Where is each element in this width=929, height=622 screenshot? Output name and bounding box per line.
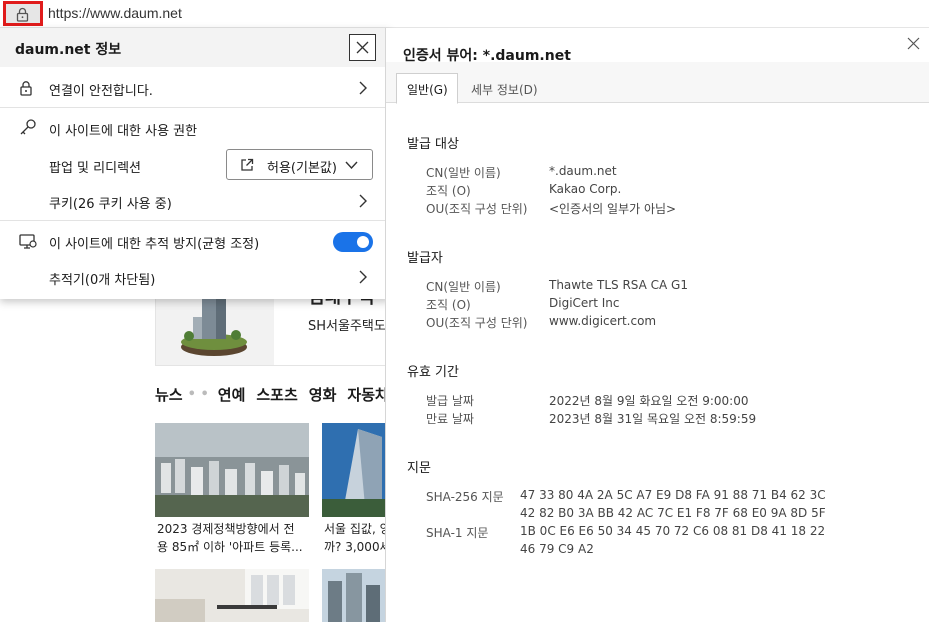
sha1-value-line: 46 79 C9 A2 (520, 542, 594, 556)
news-thumbnail[interactable] (155, 569, 309, 622)
tracking-prevention-row: 이 사이트에 대한 추적 방지(균형 조정) (0, 221, 390, 261)
news-thumbnail[interactable] (322, 423, 388, 517)
trackers-label: 추적기(0개 차단됨) (49, 273, 156, 288)
close-icon[interactable] (907, 37, 920, 50)
popup-permission-value: 허용(기본값) (267, 161, 337, 176)
issued-to-ou-value: <인증서의 일부가 아님> (549, 202, 677, 216)
promo-subtitle: SH서울주택도 (308, 319, 386, 334)
toggle-knob (357, 236, 369, 248)
sha1-value-line: 1B 0C E6 E6 50 34 45 70 72 C6 08 81 D8 4… (520, 524, 826, 538)
site-info-flyout: daum.net 정보 연결이 안전합니다. 이 사이트에 대한 사용 권한 팝… (0, 28, 390, 299)
issued-to-org-value: Kakao Corp. (549, 182, 622, 196)
issued-to-ou-label: OU(조직 구성 단위) (426, 202, 528, 216)
lock-icon (20, 81, 32, 96)
address-bar: https://www.daum.net (0, 0, 929, 28)
issued-by-ou-label: OU(조직 구성 단위) (426, 316, 528, 330)
issued-to-cn-label: CN(일반 이름) (426, 166, 501, 180)
url-text[interactable]: https://www.daum.net (48, 5, 182, 21)
close-icon (356, 41, 369, 54)
issued-to-heading: 발급 대상 (407, 137, 459, 152)
site-info-title: daum.net 정보 (15, 42, 122, 58)
tab-details[interactable]: 세부 정보(D) (471, 81, 538, 98)
sha256-label: SHA-256 지문 (426, 490, 504, 504)
sha256-value-line: 47 33 80 4A 2A 5C A7 E9 D8 FA 91 88 71 B… (520, 488, 826, 502)
news-category-tabs: 뉴스 • • 연예 스포츠 영화 자동차 (155, 384, 388, 405)
validity-heading: 유효 기간 (407, 365, 459, 380)
news-caption-line: 용 85㎡ 이하 '아파트 등록... (157, 540, 303, 554)
chevron-right-icon (359, 270, 367, 284)
cookies-label: 쿠키(26 쿠키 사용 중) (49, 197, 172, 212)
tab-movies[interactable]: 영화 (309, 384, 337, 405)
key-icon (20, 119, 36, 135)
issued-by-org-label: 조직 (O) (426, 298, 471, 312)
issued-by-cn-label: CN(일반 이름) (426, 280, 501, 294)
chevron-right-icon (359, 81, 367, 95)
connection-row[interactable]: 연결이 안전합니다. (0, 68, 390, 107)
tracking-prevention-heading: 이 사이트에 대한 추적 방지(균형 조정) (49, 237, 260, 252)
fingerprints-heading: 지문 (407, 461, 431, 476)
chevron-right-icon (359, 194, 367, 208)
trackers-row[interactable]: 추적기(0개 차단됨) (0, 262, 390, 294)
expiry-date-label: 만료 날짜 (426, 412, 474, 426)
issued-by-ou-value: www.digicert.com (549, 314, 657, 328)
expiry-date-value: 2023년 8월 31일 목요일 오전 8:59:59 (549, 412, 757, 426)
permissions-heading: 이 사이트에 대한 사용 권한 (49, 124, 198, 139)
tab-entertainment[interactable]: 연예 (218, 384, 246, 405)
close-button[interactable] (349, 34, 376, 61)
tracking-prevention-icon (19, 234, 37, 249)
site-info-button[interactable] (3, 1, 43, 26)
issued-by-heading: 발급자 (407, 251, 443, 266)
issue-date-label: 발급 날짜 (426, 394, 474, 408)
issued-to-cn-value: *.daum.net (549, 164, 617, 178)
popup-permission-select[interactable]: 허용(기본값) (226, 149, 373, 180)
news-caption-line: 까? 3,000세 (324, 540, 388, 554)
external-link-icon (241, 158, 254, 171)
sha256-value-line: 42 82 B0 3A BB 42 AC 7C E1 F8 7F 68 E0 9… (520, 506, 826, 520)
cookies-row[interactable]: 쿠키(26 쿠키 사용 중) (0, 185, 390, 217)
tracking-prevention-toggle[interactable] (333, 232, 373, 252)
dots-separator: • • (187, 387, 209, 402)
tab-cars[interactable]: 자동차 (347, 384, 388, 405)
issued-by-org-value: DigiCert Inc (549, 296, 620, 310)
issue-date-value: 2022년 8월 9일 화요일 오전 9:00:00 (549, 394, 749, 408)
news-caption-line: 서울 집값, 잉 (324, 522, 388, 536)
news-caption[interactable]: 2023 경제정책방향에서 전 용 85㎡ 이하 '아파트 등록... (157, 520, 311, 556)
issued-to-org-label: 조직 (O) (426, 184, 471, 198)
permissions-heading-row: 이 사이트에 대한 사용 권한 (0, 108, 390, 148)
popup-label: 팝업 및 리디렉션 (49, 161, 141, 176)
certificate-viewer: 인증서 뷰어: *.daum.net 일반(G) 세부 정보(D) 발급 대상 … (385, 28, 929, 622)
certificate-tab-bar: 일반(G) 세부 정보(D) (386, 62, 929, 104)
lock-icon (16, 7, 29, 22)
news-thumbnail[interactable] (155, 423, 309, 517)
tab-general[interactable]: 일반(G) (396, 73, 458, 104)
chevron-down-icon (345, 161, 358, 169)
tab-news[interactable]: 뉴스 (155, 384, 183, 405)
sha1-label: SHA-1 지문 (426, 526, 489, 540)
connection-status: 연결이 안전합니다. (49, 84, 153, 99)
tab-sports[interactable]: 스포츠 (256, 384, 297, 405)
news-caption[interactable]: 서울 집값, 잉 까? 3,000세 (324, 520, 388, 556)
news-thumbnail[interactable] (322, 569, 388, 622)
issued-by-cn-value: Thawte TLS RSA CA G1 (549, 278, 688, 292)
site-info-header: daum.net 정보 (0, 28, 390, 67)
news-caption-line: 2023 경제정책방향에서 전 (157, 522, 295, 536)
